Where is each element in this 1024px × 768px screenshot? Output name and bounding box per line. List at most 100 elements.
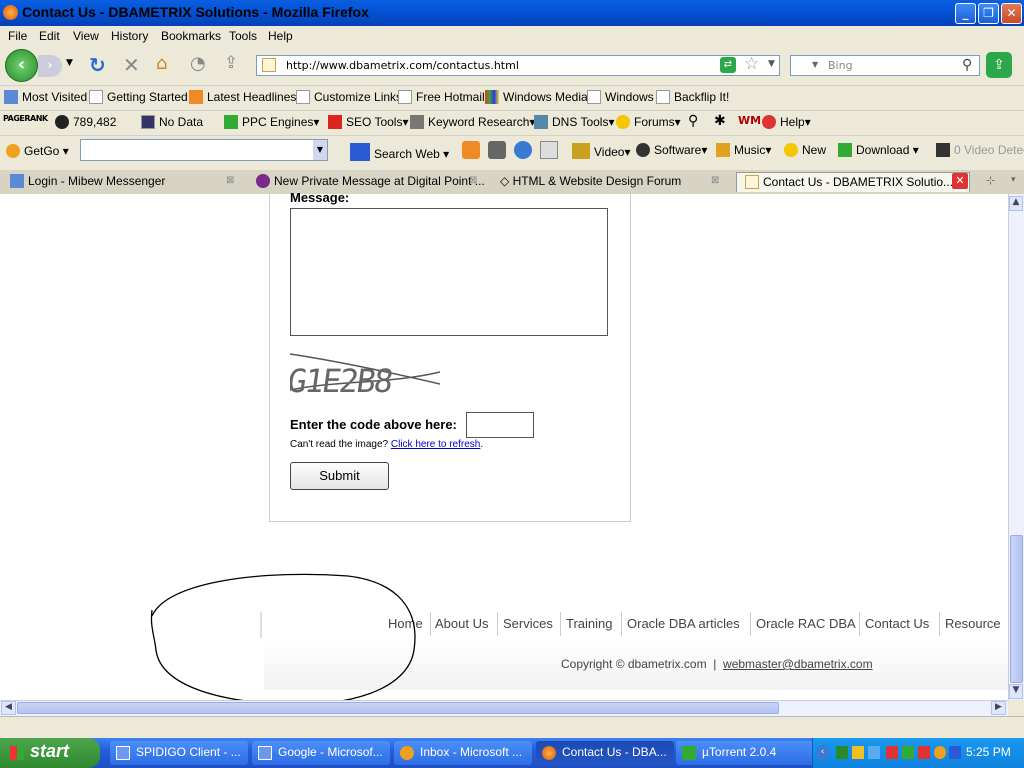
history-dropdown-icon[interactable]: ▼ [66, 58, 73, 68]
toolbar-search-dropdown-icon[interactable]: ▼ [313, 140, 327, 160]
download-menu[interactable]: Download ▾ [838, 143, 919, 157]
stop-icon[interactable]: ✕ [123, 53, 140, 77]
tab-html-forum[interactable]: ◇ HTML & Website Design Forum [492, 172, 732, 192]
footer-link-oracle-rac[interactable]: Oracle RAC DBA [756, 616, 856, 631]
bookmark-getting-started[interactable]: Getting Started [89, 90, 188, 104]
menu-file[interactable]: File [8, 29, 27, 43]
maximize-button[interactable]: ❐ [978, 3, 999, 24]
globe-icon[interactable] [514, 141, 532, 159]
video-detector[interactable]: 0 Video Detec [936, 143, 1024, 157]
menu-edit[interactable]: Edit [39, 29, 60, 43]
list-all-tabs-icon[interactable]: ⊹ [986, 174, 995, 187]
tab-contact-us[interactable]: Contact Us - DBAMETRIX Solutio... [736, 172, 970, 192]
bookmark-windows[interactable]: Windows [587, 90, 654, 104]
taskbar-item-utorrent[interactable]: µTorrent 2.0.4 [676, 741, 814, 765]
menu-view[interactable]: View [73, 29, 99, 43]
lambda-icon[interactable] [540, 141, 558, 159]
captcha-code-input[interactable] [466, 412, 534, 438]
search-web-button[interactable]: Search Web ▾ [350, 143, 449, 161]
scroll-left-arrow-icon[interactable]: ◀ [1, 701, 16, 715]
menu-bookmarks[interactable]: Bookmarks [161, 29, 221, 43]
search-engine-dropdown-icon[interactable]: ▼ [812, 60, 818, 69]
alexa-rank[interactable]: 789,482 [55, 115, 116, 129]
tab-digital-point[interactable]: New Private Message at Digital Point ... [248, 172, 488, 192]
url-text[interactable]: http://www.dbametrix.com/contactus.html [286, 59, 519, 72]
ppc-engines-menu[interactable]: PPC Engines▾ [224, 115, 319, 129]
help-menu[interactable]: Help▾ [762, 115, 811, 129]
rss-feed-icon[interactable] [462, 141, 480, 159]
scroll-down-arrow-icon[interactable]: ▼ [1009, 684, 1023, 699]
forums-menu[interactable]: Forums▾ [616, 115, 681, 129]
tray-expand-icon[interactable]: ‹ [816, 745, 829, 760]
horizontal-scroll-thumb[interactable] [17, 702, 779, 714]
menu-help[interactable]: Help [268, 29, 293, 43]
menu-tools[interactable]: Tools [229, 29, 257, 43]
getgo-menu[interactable]: GetGo ▾ [6, 144, 69, 158]
taskbar-item-contact-us[interactable]: Contact Us - DBA... [536, 741, 674, 765]
captcha-refresh-link[interactable]: Click here to refresh [391, 439, 480, 450]
refresh-alt-icon[interactable]: ◔ [190, 53, 206, 74]
tab-mibew[interactable]: Login - Mibew Messenger [2, 172, 244, 192]
bookmark-star-icon[interactable]: ☆ [744, 54, 759, 74]
bookmark-latest-headlines[interactable]: Latest Headlines [189, 90, 296, 104]
dns-tools-menu[interactable]: DNS Tools▾ [534, 115, 615, 129]
tab-close-icon[interactable]: ⊠ [226, 175, 234, 186]
bookmark-free-hotmail[interactable]: Free Hotmail [398, 90, 485, 104]
bookmark-windows-media[interactable]: Windows Media [485, 90, 588, 104]
tray-security-icon[interactable] [886, 746, 898, 759]
footer-link-resource[interactable]: Resource [945, 616, 1001, 631]
taskbar-item-spidigo[interactable]: SPIDIGO Client - ... [110, 741, 248, 765]
bookmark-backflip[interactable]: Backflip It! [656, 90, 729, 104]
share-icon[interactable]: ⇄ [720, 57, 736, 73]
footer-link-training[interactable]: Training [566, 616, 612, 631]
tab-close-icon[interactable]: ⊠ [711, 175, 719, 186]
scroll-up-arrow-icon[interactable]: ▲ [1009, 196, 1023, 211]
message-textarea[interactable] [290, 208, 608, 336]
magnifier-icon[interactable]: ⚲ [688, 113, 698, 129]
footer-link-services[interactable]: Services [503, 616, 553, 631]
taskbar-item-inbox[interactable]: Inbox - Microsoft ... [394, 741, 532, 765]
upload-icon[interactable]: ⇪ [224, 53, 238, 73]
music-menu[interactable]: Music▾ [716, 143, 771, 157]
tab-close-active-icon[interactable]: ✕ [952, 173, 968, 189]
tray-app-icon[interactable] [918, 746, 930, 759]
taskbar-item-google[interactable]: Google - Microsof... [252, 741, 390, 765]
spider-icon[interactable]: ✱ [714, 113, 726, 129]
tab-close-icon[interactable]: ⊠ [469, 175, 477, 186]
video-camera-icon[interactable] [488, 141, 506, 159]
footer-link-contact[interactable]: Contact Us [865, 616, 929, 631]
toolbar-search-input[interactable] [80, 139, 328, 161]
forward-button[interactable]: › [38, 55, 62, 77]
url-dropdown-icon[interactable]: ▼ [768, 59, 775, 69]
tab-menu-dropdown-icon[interactable]: ▾ [1011, 175, 1016, 185]
back-button[interactable]: ‹ [5, 49, 38, 82]
search-input[interactable] [790, 55, 980, 76]
new-button[interactable]: New [784, 143, 826, 157]
search-icon[interactable]: ⚲ [962, 57, 972, 73]
home-icon[interactable]: ⌂ [156, 53, 167, 74]
seo-tools-menu[interactable]: SEO Tools▾ [328, 115, 409, 129]
submit-button[interactable]: Submit [290, 462, 389, 490]
close-button[interactable]: ✕ [1001, 3, 1022, 24]
video-menu[interactable]: Video▾ [572, 143, 631, 159]
bookmark-most-visited[interactable]: Most Visited [4, 90, 87, 104]
no-data-indicator[interactable]: No Data [141, 115, 203, 129]
tray-app-icon[interactable] [949, 746, 961, 759]
tray-app-icon[interactable] [836, 746, 848, 759]
software-menu[interactable]: Software▾ [636, 143, 707, 157]
minimize-button[interactable]: _ [955, 3, 976, 24]
keyword-research-menu[interactable]: Keyword Research▾ [410, 115, 535, 129]
tray-app-icon[interactable] [852, 746, 864, 759]
tray-network-icon[interactable] [868, 746, 880, 759]
footer-link-about[interactable]: About Us [435, 616, 488, 631]
bookmark-customize-links[interactable]: Customize Links [296, 90, 402, 104]
scroll-right-arrow-icon[interactable]: ▶ [991, 701, 1006, 715]
start-button[interactable]: start [0, 738, 100, 768]
tray-app-icon[interactable] [934, 746, 946, 759]
webmaster-email-link[interactable]: webmaster@dbametrix.com [723, 657, 873, 671]
tray-app-icon[interactable] [902, 746, 914, 759]
menu-history[interactable]: History [111, 29, 148, 43]
footer-link-oracle-dba[interactable]: Oracle DBA articles [627, 616, 740, 631]
addthis-share-icon[interactable]: ⇪ [986, 52, 1012, 78]
wm-icon[interactable]: WM [738, 114, 761, 127]
